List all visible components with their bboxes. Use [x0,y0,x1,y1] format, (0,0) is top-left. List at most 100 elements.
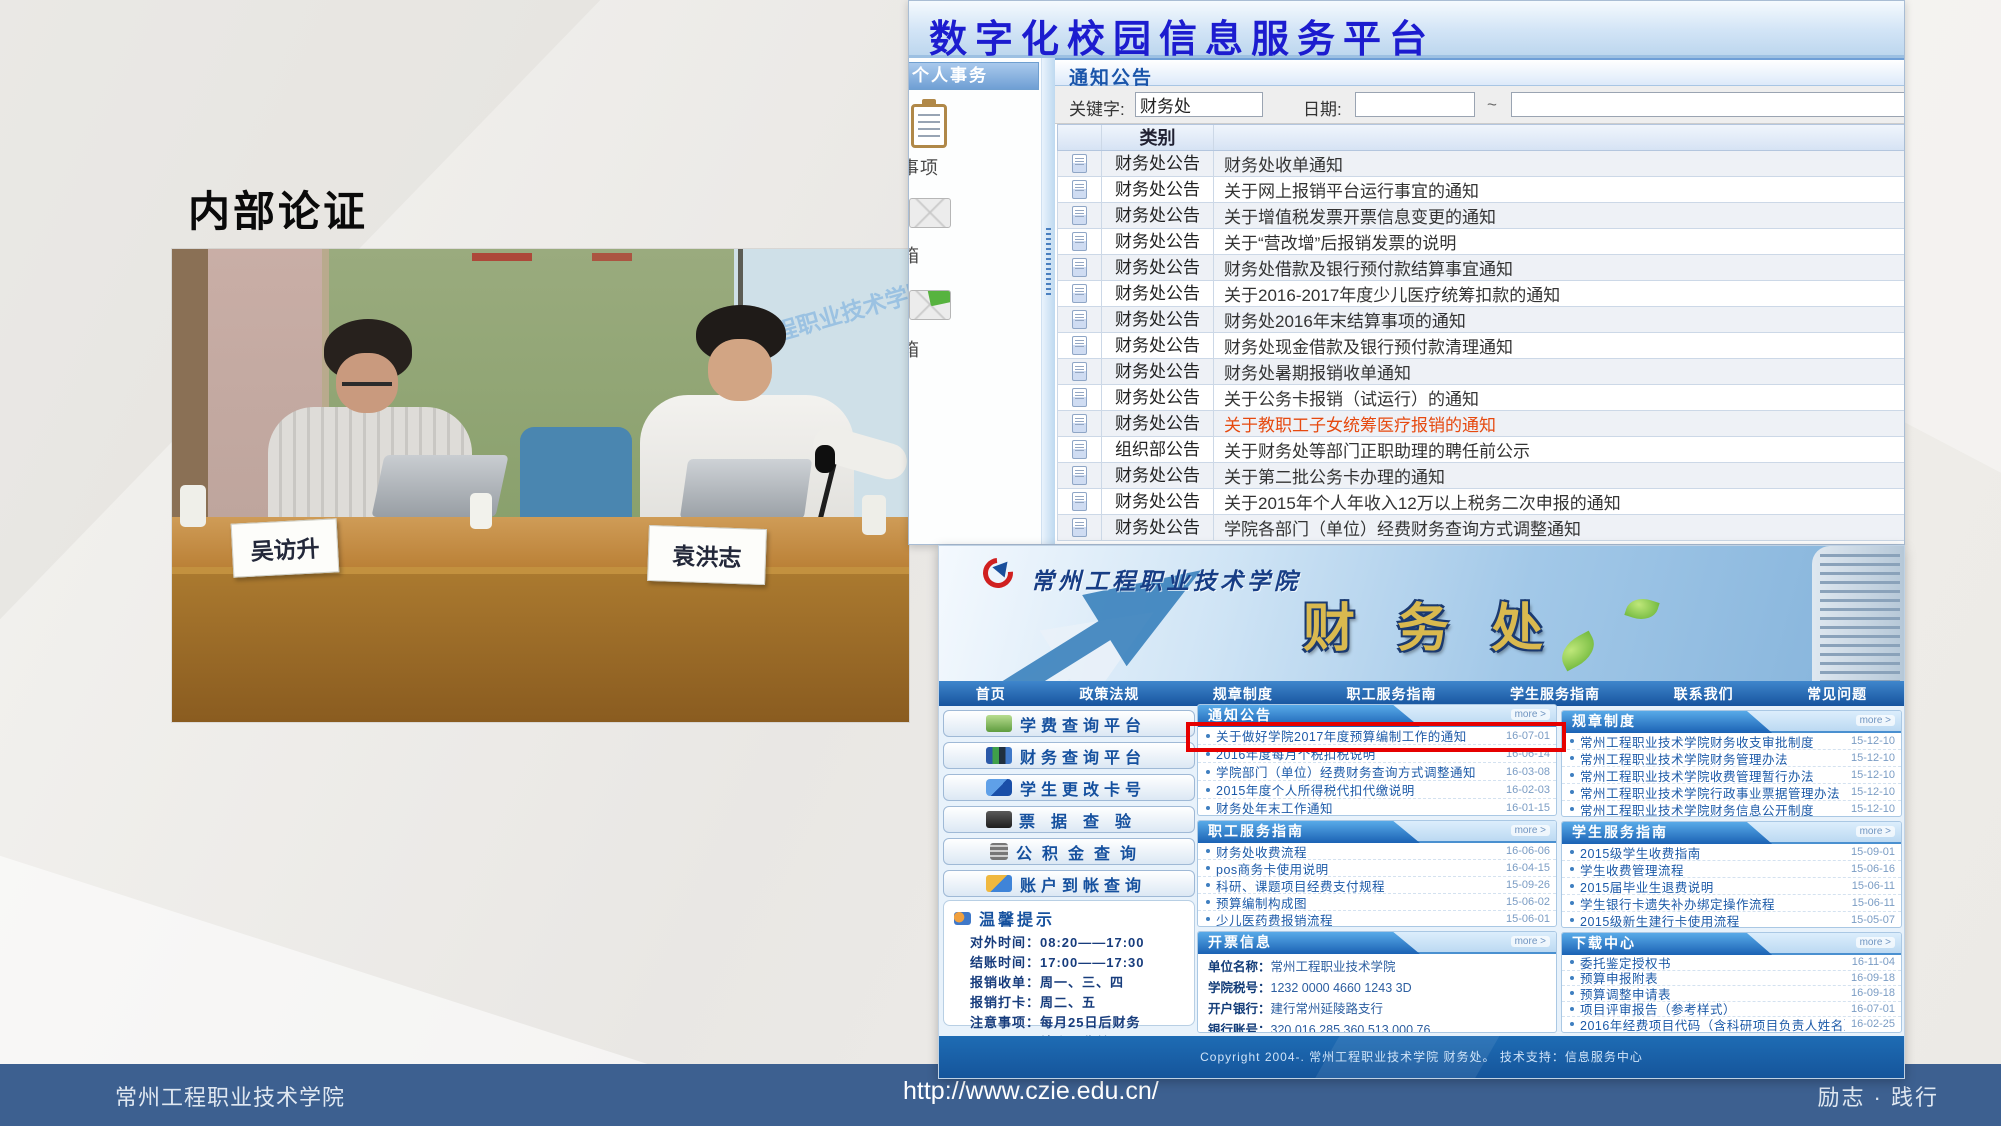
list-item[interactable]: 常州工程职业技术学院行政事业票据管理办法15-12-10 [1562,784,1901,801]
clipboard-icon[interactable] [911,104,947,148]
quick-button-card-change[interactable]: 学生更改卡号 [943,774,1195,801]
outbox-icon[interactable] [909,290,951,320]
panel-title: 学生服务指南 [1562,822,1772,844]
building-image [1812,546,1904,681]
table-row[interactable]: 组织部公告关于财务处等部门正职助理的聘任前公示 [1057,437,1905,463]
section-header: 通知公告 [1055,58,1905,86]
invoice-line: 开户银行：建行常州延陵路支行 [1208,998,1556,1017]
bullet-icon [1570,991,1574,995]
list-item[interactable]: 常州工程职业技术学院财务管理办法15-12-10 [1562,750,1901,767]
list-item[interactable]: 常州工程职业技术学院财务信息公开制度15-12-10 [1562,801,1901,817]
cup [470,493,492,529]
list-item[interactable]: 学生收费管理流程15-06-16 [1562,861,1901,878]
search-bar: 关键字: 日期: ~ [1055,86,1905,124]
list-item[interactable]: 常州工程职业技术学院收费管理暂行办法15-12-10 [1562,767,1901,784]
website-nav: 首页 政策法规 规章制度 职工服务指南 学生服务指南 联系我们 常见问题 [939,681,1904,706]
photo-banner-fragment [592,253,632,261]
date-to-input[interactable] [1511,92,1905,117]
table-row[interactable]: 财务处公告关于2016-2017年度少儿医疗统筹扣款的通知 [1057,281,1905,307]
table-row-highlighted[interactable]: 财务处公告关于教职工子女统筹医疗报销的通知 [1057,411,1905,437]
sidebar-item-label[interactable]: 箱 [909,242,920,268]
table-row[interactable]: 财务处公告财务处借款及银行预付款结算事宜通知 [1057,255,1905,281]
document-icon [1072,440,1087,459]
quick-button-receipt-check[interactable]: 票据查验 [943,806,1195,833]
table-row[interactable]: 财务处公告财务处2016年末结算事项的通知 [1057,307,1905,333]
panel-downloads: 下载中心more > 委托鉴定授权书16-11-04 预算申报附表16-09-1… [1561,932,1902,1033]
more-link[interactable]: more > [1856,937,1895,948]
list-item[interactable]: 科研、课题项目经费支付规程15-09-26 [1198,877,1556,894]
inbox-icon[interactable] [909,198,951,228]
list-item[interactable]: pos商务卡使用说明16-04-15 [1198,860,1556,877]
quick-button-housing-fund[interactable]: 公积金查询 [943,838,1195,865]
list-item[interactable]: 2015级新生建行卡使用流程15-05-07 [1562,912,1901,928]
nav-item-faq[interactable]: 常见问题 [1807,684,1867,704]
list-item[interactable]: 少儿医药费报销流程15-06-01 [1198,911,1556,927]
nav-item-staff-guide[interactable]: 职工服务指南 [1346,684,1436,704]
document-icon [1072,154,1087,173]
panel-title: 职工服务指南 [1198,821,1420,843]
table-row[interactable]: 财务处公告关于第二批公务卡办理的通知 [1057,463,1905,489]
list-item[interactable]: 2016年度每月个税扣税说明16-06-14 [1198,745,1556,763]
sidebar-tab-personal-affairs[interactable]: 个人事务 [909,62,1039,90]
more-link[interactable]: more > [1511,709,1550,720]
more-link[interactable]: more > [1856,715,1895,726]
nav-item-regulations[interactable]: 规章制度 [1213,684,1273,704]
desk-front [172,567,909,722]
bullet-icon [1570,790,1574,794]
document-icon [1072,284,1087,303]
quick-button-finance-query[interactable]: 财务查询平台 [943,742,1195,769]
portal-screenshot: 数字化校园信息服务平台 个人事务 事项 箱 箱 通知公告 关键字: 日期: ~ [908,0,1905,545]
name-card-left: 吴访升 [231,518,340,577]
table-row[interactable]: 财务处公告财务处暑期报销收单通知 [1057,359,1905,385]
quick-button-tuition-query[interactable]: 学费查询平台 [943,710,1195,737]
bank-card-icon [986,779,1012,796]
panel-student-guide: 学生服务指南 more > 2015级学生收费指南15-09-01 学生收费管理流… [1561,821,1902,928]
bullet-icon [1206,806,1210,810]
nav-item-student-guide[interactable]: 学生服务指南 [1510,684,1600,704]
list-item[interactable]: 2015届毕业生退费说明15-06-11 [1562,878,1901,895]
bullet-icon [1206,883,1210,887]
list-item[interactable]: 学生银行卡遗失补办绑定操作流程15-06-11 [1562,895,1901,912]
bullet-icon [1570,918,1574,922]
bullet-icon [1206,866,1210,870]
table-row[interactable]: 财务处公告关于公务卡报销（试运行）的通知 [1057,385,1905,411]
table-row[interactable]: 财务处公告关于2015年个人年收入12万以上税务二次申报的通知 [1057,489,1905,515]
slide-title: 内部论证 [188,178,368,239]
quick-button-account-arrival[interactable]: 账户到帐查询 [943,870,1195,897]
list-item[interactable]: 关于做好学院2017年度预算编制工作的通知16-07-01 [1198,727,1556,745]
nav-item-home[interactable]: 首页 [976,684,1006,704]
list-item[interactable]: 2016年经费项目代码（含科研项目负责人姓名）16-02-25 [1562,1017,1901,1033]
list-item[interactable]: 财务处年末工作通知16-01-15 [1198,799,1556,816]
table-row[interactable]: 财务处公告关于网上报销平台运行事宜的通知 [1057,177,1905,203]
bullet-icon [1570,976,1574,980]
keyword-input[interactable] [1135,92,1263,117]
document-icon [1072,466,1087,485]
document-icon [1072,206,1087,225]
table-row[interactable]: 财务处公告财务处现金借款及银行预付款清理通知 [1057,333,1905,359]
list-item[interactable]: 财务处收费流程16-06-06 [1198,843,1556,860]
list-item[interactable]: 预算编制构成图15-06-02 [1198,894,1556,911]
list-item[interactable]: 2015年度个人所得税代扣代缴说明16-02-03 [1198,781,1556,799]
more-link[interactable]: more > [1511,936,1550,947]
portal-sidebar: 个人事务 事项 箱 箱 [909,58,1041,545]
nav-item-contact[interactable]: 联系我们 [1674,684,1734,704]
sidebar-item-label[interactable]: 箱 [909,336,920,362]
bullet-icon [1570,756,1574,760]
list-item[interactable]: 学院部门（单位）经费财务查询方式调整通知16-03-08 [1198,763,1556,781]
more-link[interactable]: more > [1856,826,1895,837]
table-row[interactable]: 财务处公告财务处收单通知 [1057,151,1905,177]
table-row[interactable]: 财务处公告关于“营改增”后报销发票的说明 [1057,229,1905,255]
table-row[interactable]: 财务处公告学院各部门（单位）经费财务查询方式调整通知 [1057,515,1905,541]
sidebar-splitter[interactable] [1041,58,1055,545]
cup [862,495,886,535]
nav-item-policies[interactable]: 政策法规 [1079,684,1139,704]
date-from-input[interactable] [1355,92,1475,117]
invoice-line: 学院税号：1232 0000 4660 1243 3D [1208,977,1556,996]
list-item[interactable]: 2015级学生收费指南15-09-01 [1562,844,1901,861]
table-row[interactable]: 财务处公告关于增值税发票开票信息变更的通知 [1057,203,1905,229]
printer-icon [986,811,1012,828]
list-item[interactable]: 常州工程职业技术学院财务收支审批制度15-12-10 [1562,733,1901,750]
more-link[interactable]: more > [1511,825,1550,836]
sidebar-item-label[interactable]: 事项 [909,154,939,180]
keyword-label: 关键字: [1069,95,1125,120]
